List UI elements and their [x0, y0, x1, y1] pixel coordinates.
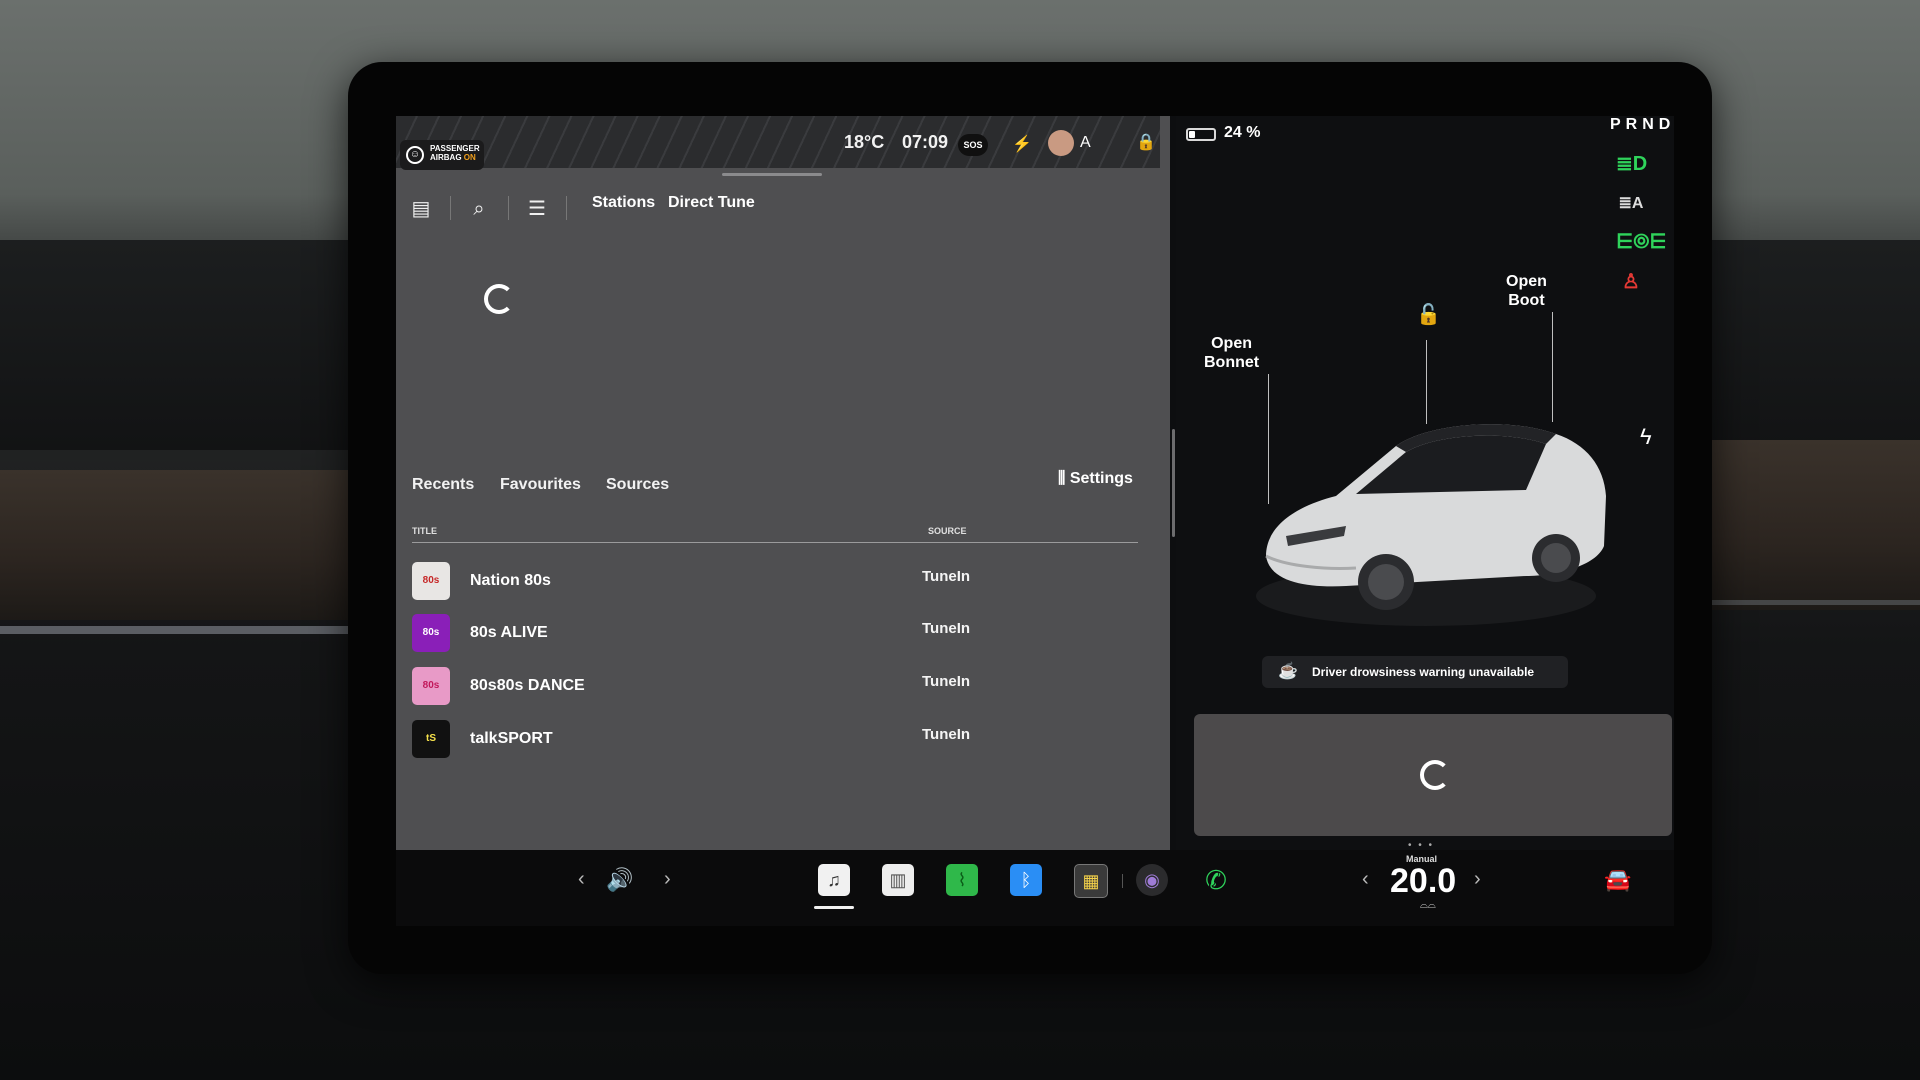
open-bonnet-line1: Open — [1211, 335, 1252, 352]
station-row[interactable]: 80s 80s80s DANCE TuneIn — [412, 667, 1148, 711]
settings-label: Settings — [1069, 470, 1133, 487]
open-boot-line1: Open — [1506, 273, 1547, 290]
station-thumb-icon: tS — [412, 720, 450, 758]
open-boot-line2: Boot — [1508, 292, 1545, 309]
temp-down-chevron-icon[interactable]: ‹ — [1362, 868, 1369, 891]
airbag-state: ON — [463, 153, 476, 162]
car-icon[interactable]: 🚘 — [1602, 864, 1634, 896]
airbag-icon: ☺ — [406, 146, 424, 164]
volume-icon[interactable]: 🔊 — [604, 864, 636, 896]
defrost-icon[interactable]: ⌓⌓ — [1420, 900, 1436, 911]
open-bonnet-line2: Bonnet — [1204, 354, 1260, 371]
station-title: talkSPORT — [470, 730, 553, 747]
auto-high-beam-icon: ≣A — [1618, 195, 1644, 212]
station-row[interactable]: tS talkSPORT TuneIn — [412, 720, 1148, 764]
station-row[interactable]: 80s Nation 80s TuneIn — [412, 562, 1148, 606]
loading-spinner — [484, 284, 514, 314]
station-title: Nation 80s — [470, 572, 551, 589]
drowsiness-warning-banner: ☕ Driver drowsiness warning unavailable — [1262, 656, 1568, 688]
ambient-strip-left — [0, 626, 360, 634]
tab-sources[interactable]: Sources — [606, 476, 669, 494]
settings-button[interactable]: ⫼ Settings — [1058, 470, 1133, 488]
taskbar-divider — [1122, 874, 1123, 888]
profile-letter: A — [1080, 134, 1091, 151]
volume-up-chevron-icon[interactable]: › — [664, 868, 671, 891]
open-boot-button[interactable]: Open Boot — [1506, 272, 1547, 310]
toolbar-divider — [508, 196, 509, 220]
open-bonnet-button[interactable]: Open Bonnet — [1204, 334, 1259, 372]
gear-indicator: PRND — [1610, 116, 1674, 133]
toybox-icon[interactable]: ▦ — [1074, 864, 1108, 898]
tab-stations[interactable]: Stations — [592, 194, 655, 212]
active-app-indicator — [814, 906, 854, 909]
wood-trim-left — [0, 470, 360, 620]
drowsiness-warning-text: Driver drowsiness warning unavailable — [1312, 665, 1535, 679]
station-source: TuneIn — [922, 620, 971, 637]
source-logo-icon[interactable]: ▤ — [408, 196, 434, 222]
sos-badge[interactable]: SOS — [958, 134, 988, 156]
vehicle-3d-model — [1256, 424, 1606, 626]
camera-icon[interactable]: ◉ — [1136, 864, 1168, 896]
header-divider — [412, 542, 1138, 543]
seatbelt-warning-icon: ♙ — [1622, 271, 1640, 293]
map-strip[interactable] — [396, 116, 1160, 168]
outside-temperature: 18°C — [844, 132, 885, 152]
volume-down-chevron-icon[interactable]: ‹ — [578, 868, 585, 891]
tab-recents[interactable]: Recents — [412, 476, 474, 494]
station-row[interactable]: 80s 80s ALIVE TuneIn — [412, 614, 1148, 658]
parking-lights-icon: ⋿⦾⋿ — [1616, 231, 1667, 253]
station-title: 80s80s DANCE — [470, 677, 585, 694]
tab-favourites[interactable]: Favourites — [500, 476, 581, 494]
station-thumb-icon: 80s — [412, 562, 450, 600]
tab-direct-tune[interactable]: Direct Tune — [668, 194, 755, 212]
charge-port-icon[interactable]: ϟ — [1640, 424, 1652, 450]
station-thumb-icon: 80s — [412, 614, 450, 652]
energy-app-icon[interactable]: ⌇ — [946, 864, 978, 896]
search-icon[interactable]: ⌕ — [466, 196, 492, 222]
temp-up-chevron-icon[interactable]: › — [1474, 868, 1481, 891]
airbag-label-line2: AIRBAG — [430, 153, 462, 162]
touchscreen: ☺ PASSENGER AIRBAG ON 18°C 07:09 SOS ⚡ A… — [396, 116, 1674, 926]
cabin-temperature[interactable]: 20.0 — [1390, 862, 1456, 901]
wood-trim-right — [1680, 440, 1920, 610]
taskbar: ‹ 🔊 › ♫ ▥ ⌇ ᛒ ▦ ◉ ✆ ‹ Manual 20.0 ⌓⌓ › 🚘 — [396, 850, 1674, 926]
station-source: TuneIn — [922, 568, 971, 585]
queue-list-icon[interactable]: ☰ — [524, 196, 550, 222]
station-thumb-icon: 80s — [412, 667, 450, 705]
vehicle-pane: 24 % PRND ≣D ≣A ⋿⦾⋿ ♙ Open Bonnet 🔓 Open… — [1176, 116, 1674, 851]
station-title: 80s ALIVE — [470, 624, 548, 641]
toolbar-divider — [566, 196, 567, 220]
airbag-label-line1: PASSENGER — [430, 144, 480, 153]
ambient-strip-right — [1680, 600, 1920, 605]
clock: 07:09 — [902, 132, 949, 152]
pane-grab-handle[interactable] — [722, 173, 822, 176]
toolbar-divider — [450, 196, 451, 220]
station-source: TuneIn — [922, 673, 971, 690]
passenger-airbag-indicator: ☺ PASSENGER AIRBAG ON — [400, 140, 484, 170]
column-header-title: TITLE — [412, 526, 437, 536]
notes-icon[interactable]: ▥ — [882, 864, 914, 896]
battery-icon — [1186, 128, 1216, 141]
unlock-icon[interactable]: 🔓 — [1416, 302, 1441, 327]
coffee-cup-icon: ☕ — [1278, 663, 1298, 680]
mini-player-card[interactable] — [1194, 714, 1672, 836]
mini-player-spinner — [1420, 760, 1450, 790]
lock-icon[interactable]: 🔒 — [1136, 132, 1156, 152]
media-pane: ☺ PASSENGER AIRBAG ON 18°C 07:09 SOS ⚡ A… — [396, 116, 1170, 850]
driver-profile-avatar[interactable] — [1048, 130, 1074, 156]
bluetooth-icon[interactable]: ᛒ — [1010, 864, 1042, 896]
battery-level — [1189, 131, 1195, 138]
sliders-icon: ⫼ — [1058, 470, 1066, 487]
column-header-source: SOURCE — [928, 526, 967, 536]
sentry-icon: ⚡ — [1012, 136, 1032, 153]
battery-percent: 24 % — [1224, 124, 1261, 141]
phone-icon[interactable]: ✆ — [1200, 864, 1232, 896]
media-icon[interactable]: ♫ — [818, 864, 850, 896]
low-beam-icon: ≣D — [1616, 153, 1648, 175]
pane-resize-handle[interactable] — [1172, 429, 1175, 537]
station-source: TuneIn — [922, 726, 971, 743]
